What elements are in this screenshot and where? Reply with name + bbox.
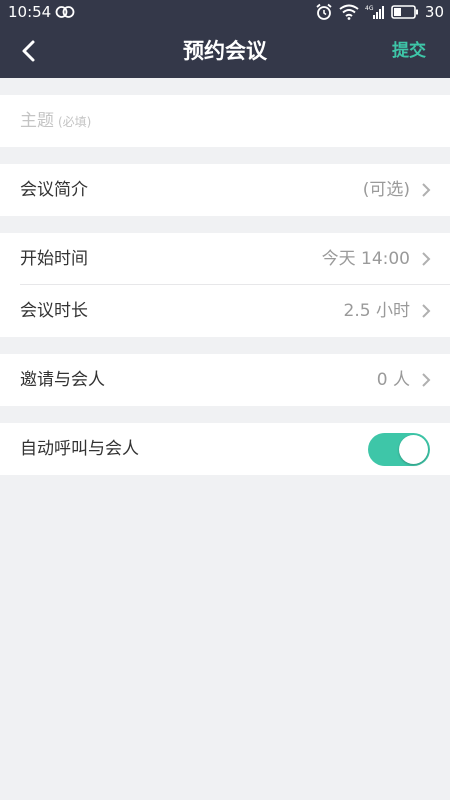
submit-button[interactable]: 提交 <box>392 24 426 78</box>
invite-value: 0 人 <box>376 370 410 390</box>
subject-required-note: (必填) <box>58 115 92 129</box>
duration-label: 会议时长 <box>20 301 88 321</box>
subject-field[interactable]: 主题 (必填) <box>0 95 450 147</box>
alarm-clock-icon <box>316 3 332 20</box>
invite-section: 邀请与会人 0 人 <box>0 354 450 406</box>
invite-label: 邀请与会人 <box>20 370 105 390</box>
auto-call-row: 自动呼叫与会人 <box>0 423 450 475</box>
chevron-right-icon <box>422 373 431 387</box>
auto-call-label: 自动呼叫与会人 <box>20 439 139 459</box>
intro-row[interactable]: 会议简介 (可选) <box>0 164 450 216</box>
signal-4g-icon: 4G <box>365 5 384 19</box>
invite-row[interactable]: 邀请与会人 0 人 <box>0 354 450 406</box>
subject-placeholder: 主题 (必填) <box>20 111 92 131</box>
duration-value: 2.5 小时 <box>343 301 410 321</box>
start-time-label: 开始时间 <box>20 249 88 269</box>
svg-text:4G: 4G <box>365 5 374 12</box>
start-time-value: 今天 14:00 <box>321 249 410 269</box>
battery-icon <box>391 5 418 19</box>
auto-call-section: 自动呼叫与会人 <box>0 423 450 475</box>
auto-call-toggle[interactable] <box>368 433 430 466</box>
intro-section: 会议简介 (可选) <box>0 164 450 216</box>
link-rings-icon <box>55 6 75 18</box>
toggle-knob <box>399 435 428 464</box>
time-section: 开始时间 今天 14:00 会议时长 2.5 小时 <box>0 233 450 337</box>
battery-level: 30 <box>424 3 444 21</box>
start-time-row[interactable]: 开始时间 今天 14:00 <box>0 233 450 285</box>
intro-value: (可选) <box>362 180 410 200</box>
status-time: 10:54 <box>8 3 52 21</box>
status-bar: 10:54 4G 30 <box>0 0 450 24</box>
chevron-right-icon <box>422 183 431 197</box>
chevron-right-icon <box>422 304 431 318</box>
chevron-right-icon <box>422 252 431 266</box>
duration-row[interactable]: 会议时长 2.5 小时 <box>0 285 450 337</box>
intro-label: 会议简介 <box>20 180 88 200</box>
page-title: 预约会议 <box>183 39 267 63</box>
wifi-icon <box>339 4 359 20</box>
back-arrow-icon[interactable] <box>14 37 44 65</box>
nav-bar: 预约会议 提交 <box>0 24 450 78</box>
